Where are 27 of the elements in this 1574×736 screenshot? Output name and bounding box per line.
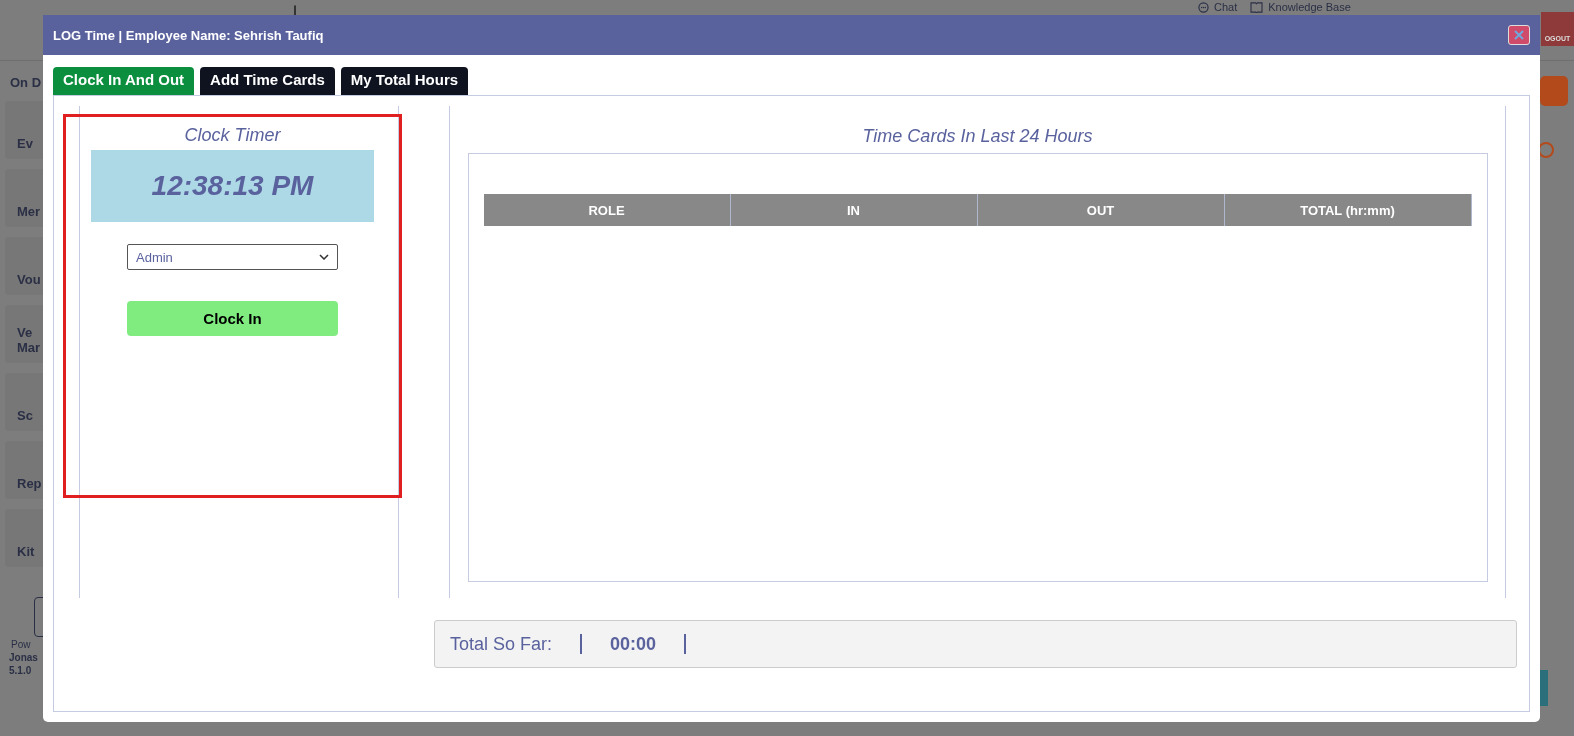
- footer-text: Pow: [11, 639, 31, 650]
- total-label: Total So Far:: [450, 633, 553, 655]
- side-button[interactable]: [1540, 670, 1548, 706]
- role-select[interactable]: Admin: [127, 244, 338, 270]
- knowledge-base-link[interactable]: Knowledge Base: [1268, 1, 1351, 13]
- chat-icon: [1198, 1, 1209, 13]
- clock-in-button[interactable]: Clock In: [127, 301, 338, 336]
- column-header: ROLE: [483, 194, 731, 226]
- tab[interactable]: Clock In And Out: [53, 67, 195, 95]
- section-title: Time Cards In Last 24 Hours: [862, 126, 1093, 147]
- chat-link[interactable]: Chat: [1214, 1, 1238, 13]
- footer-text: Jonas: [9, 652, 38, 663]
- clock-title: Clock Timer: [184, 125, 281, 146]
- close-button[interactable]: [1508, 25, 1530, 45]
- dialog-title: LOG Time | Employee Name: Sehrish Taufiq: [53, 27, 324, 43]
- close-icon: [1513, 29, 1525, 41]
- tab[interactable]: Add Time Cards: [200, 67, 335, 95]
- caret-icon: [319, 254, 329, 260]
- column-header: IN: [730, 194, 978, 226]
- tab[interactable]: My Total Hours: [340, 67, 469, 95]
- column-header: TOTAL (hr:mm): [1224, 194, 1472, 226]
- book-icon: [1250, 1, 1264, 13]
- sidebar-heading: On D: [10, 75, 42, 91]
- column-header: OUT: [977, 194, 1225, 226]
- footer-text: 5.1.0: [9, 665, 32, 676]
- total-value: 00:00: [610, 633, 657, 655]
- clock-display: 12:38:13 PM: [91, 150, 374, 222]
